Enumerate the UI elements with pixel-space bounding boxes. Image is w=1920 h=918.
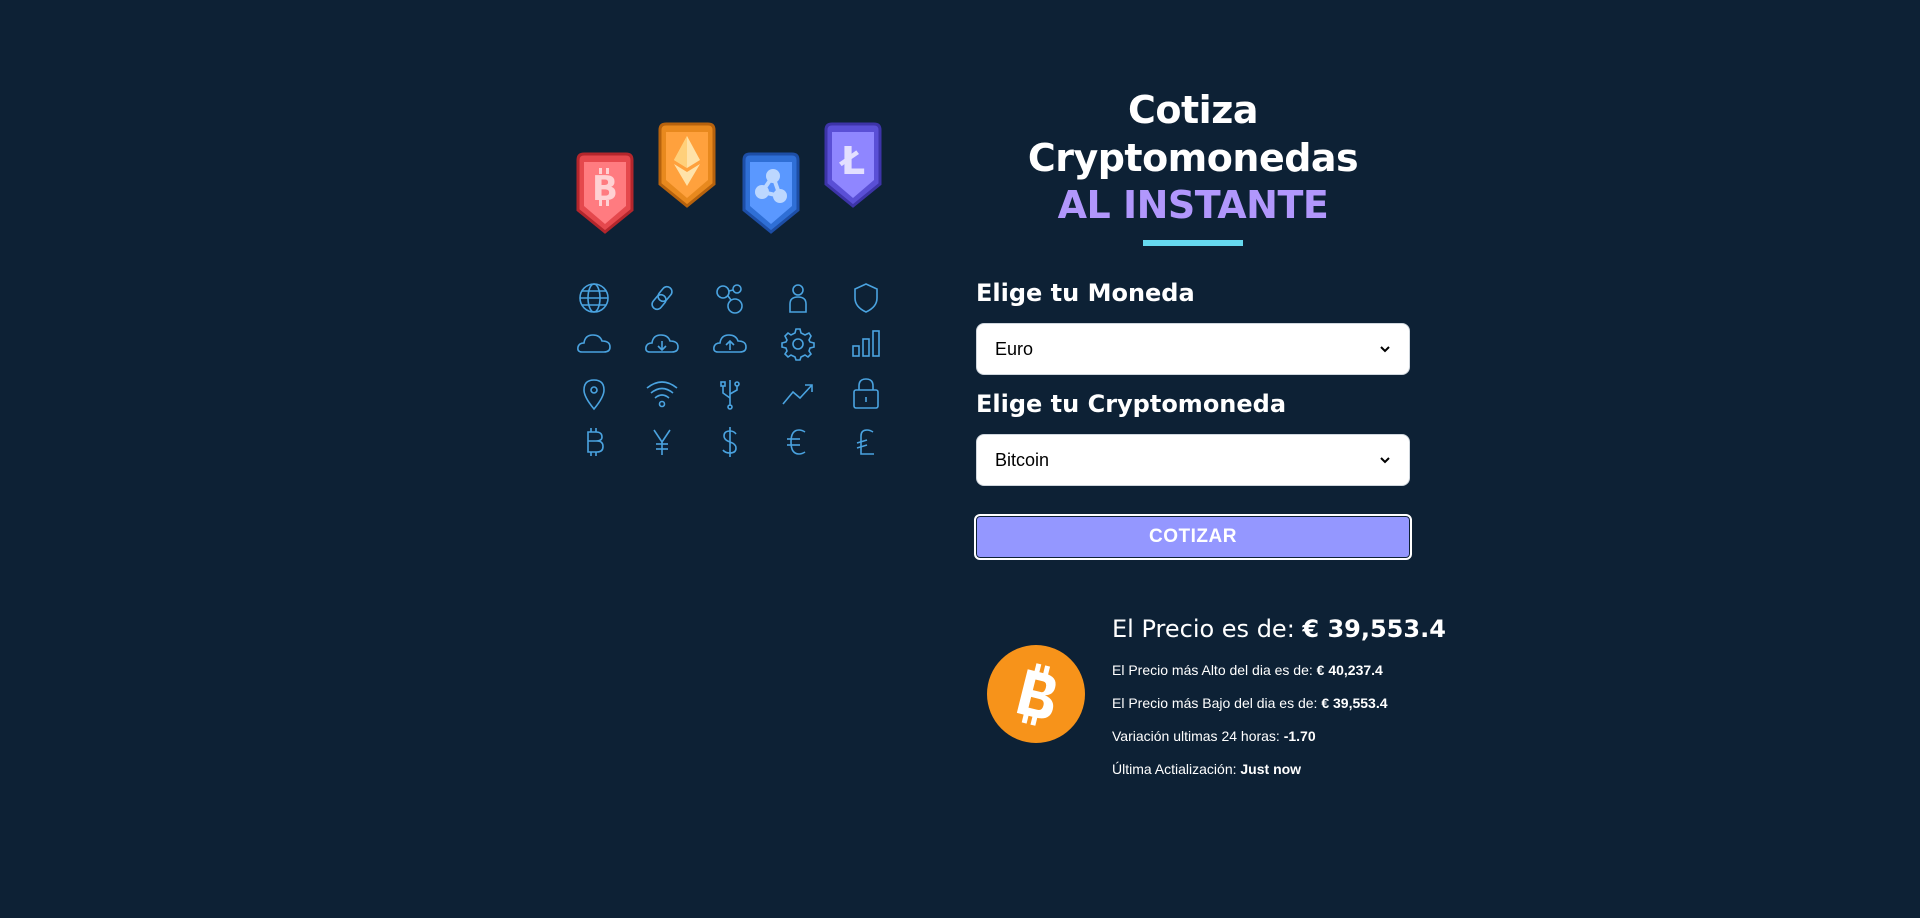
ripple-badge-icon <box>742 152 800 234</box>
bar-chart-icon <box>846 324 886 364</box>
litecoin-symbol-icon <box>846 422 886 462</box>
dollar-symbol-icon <box>710 422 750 462</box>
cloud-upload-icon <box>710 324 750 364</box>
user-icon <box>778 278 818 318</box>
trend-up-icon <box>778 374 818 414</box>
crypto-illustration: B Ł <box>570 118 890 478</box>
chain-link-icon <box>642 278 682 318</box>
page: B Ł Cotiza Cryptomonedas AL INSTANTE Eli… <box>0 0 1920 918</box>
chevron-down-icon <box>1380 346 1390 353</box>
bitcoin-logo-icon <box>987 645 1085 743</box>
last-updated: Última Actialización: Just now <box>1112 760 1452 778</box>
page-title: Cotiza Cryptomonedas AL INSTANTE <box>976 86 1410 246</box>
usb-icon <box>710 374 750 414</box>
quote-result: El Precio es de: € 39,553.4 El Precio má… <box>1112 612 1452 778</box>
price-low-value: € 39,553.4 <box>1321 695 1388 711</box>
price-high-value: € 40,237.4 <box>1316 662 1383 678</box>
price-change-label: Variación ultimas 24 horas: <box>1112 728 1284 744</box>
crypto-select-value: Bitcoin <box>995 449 1050 470</box>
price-current: El Precio es de: € 39,553.4 <box>1112 612 1452 646</box>
price-current-label: El Precio es de: <box>1112 615 1303 643</box>
crypto-select[interactable]: Bitcoin <box>976 434 1410 486</box>
price-current-value: € 39,553.4 <box>1302 615 1446 643</box>
network-nodes-icon <box>710 278 750 318</box>
bitcoin-badge-icon: B <box>576 152 634 234</box>
price-low-label: El Precio más Bajo del dia es de: <box>1112 695 1322 711</box>
yen-symbol-icon <box>642 422 682 462</box>
location-pin-icon <box>574 374 614 414</box>
price-change-24h: Variación ultimas 24 horas: -1.70 <box>1112 727 1452 745</box>
price-high: El Precio más Alto del dia es de: € 40,2… <box>1112 661 1452 679</box>
cloud-icon <box>574 324 614 364</box>
shield-icon <box>846 278 886 318</box>
currency-select[interactable]: Euro <box>976 323 1410 375</box>
price-change-value: -1.70 <box>1283 728 1316 744</box>
title-line-2: AL INSTANTE <box>1057 183 1329 227</box>
gear-icon <box>778 324 818 364</box>
euro-symbol-icon <box>778 422 818 462</box>
wifi-icon <box>642 374 682 414</box>
title-underline <box>1143 240 1243 246</box>
cloud-download-icon <box>642 324 682 364</box>
cotizar-button[interactable]: COTIZAR <box>974 514 1412 560</box>
ethereum-badge-icon <box>658 122 716 208</box>
price-low: El Precio más Bajo del dia es de: € 39,5… <box>1112 694 1452 712</box>
title-line-1: Cotiza Cryptomonedas <box>1027 88 1359 180</box>
svg-text:Ł: Ł <box>839 139 865 183</box>
crypto-label: Elige tu Cryptomoneda <box>976 390 1287 418</box>
padlock-icon <box>846 374 886 414</box>
price-high-label: El Precio más Alto del dia es de: <box>1112 662 1317 678</box>
last-updated-value: Just now <box>1240 761 1302 777</box>
globe-icon <box>574 278 614 318</box>
currency-select-value: Euro <box>995 338 1034 359</box>
chevron-down-icon <box>1380 457 1390 464</box>
bitcoin-symbol-icon <box>574 422 614 462</box>
currency-label: Elige tu Moneda <box>976 279 1195 307</box>
svg-text:B: B <box>592 169 618 209</box>
last-updated-label: Última Actialización: <box>1112 761 1241 777</box>
litecoin-badge-icon: Ł <box>824 122 882 208</box>
